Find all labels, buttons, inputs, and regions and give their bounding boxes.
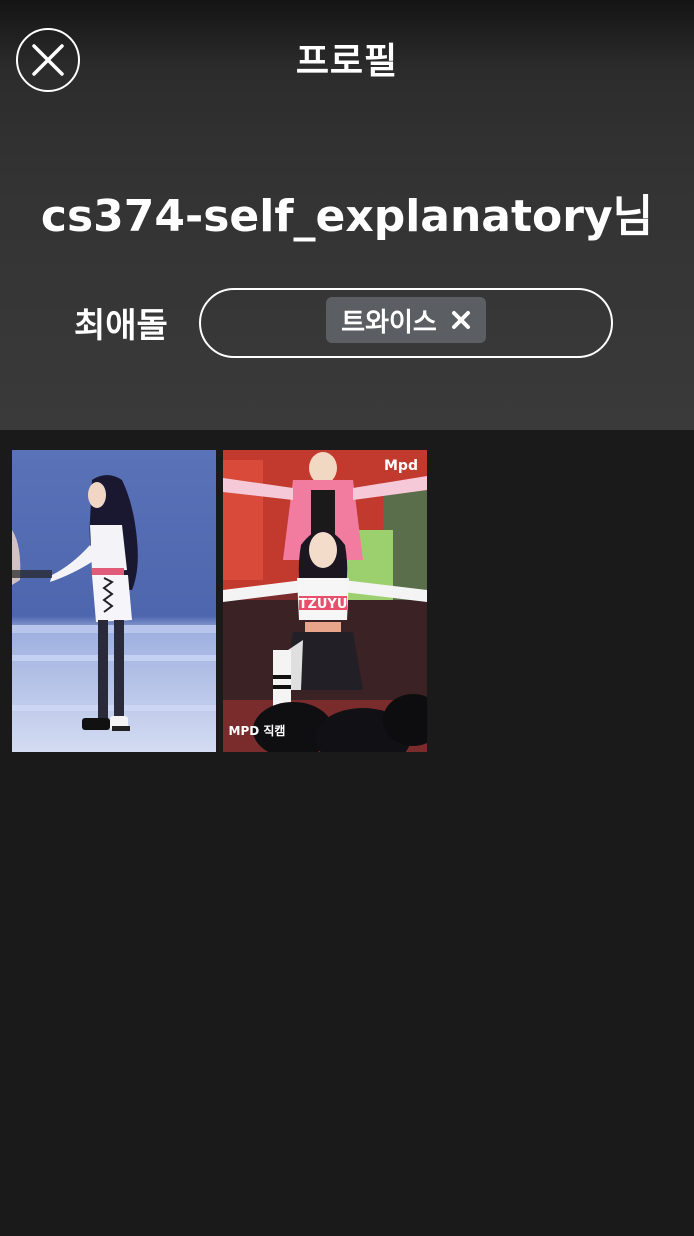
favorite-idol-label: 최애돌	[74, 306, 168, 346]
mpd-watermark: Mpd	[384, 458, 418, 474]
page-title: 프로필	[295, 41, 399, 82]
photo-image	[12, 450, 216, 752]
favorite-tag-label: 트와이스	[341, 307, 437, 338]
photo-image: TZUYU Mpd MPD 직캠	[223, 450, 427, 752]
gallery-thumbnail[interactable]: TZUYU Mpd MPD 직캠	[223, 450, 427, 752]
remove-tag-button[interactable]	[451, 310, 471, 330]
x-icon	[451, 311, 470, 329]
username: cs374-self_explanatory님	[40, 191, 654, 242]
favorite-tag-chip: 트와이스	[326, 297, 486, 343]
mpd-fancam-watermark: MPD 직캠	[229, 723, 286, 738]
svg-text:TZUYU: TZUYU	[299, 597, 348, 612]
gallery-thumbnail[interactable]	[12, 450, 216, 752]
